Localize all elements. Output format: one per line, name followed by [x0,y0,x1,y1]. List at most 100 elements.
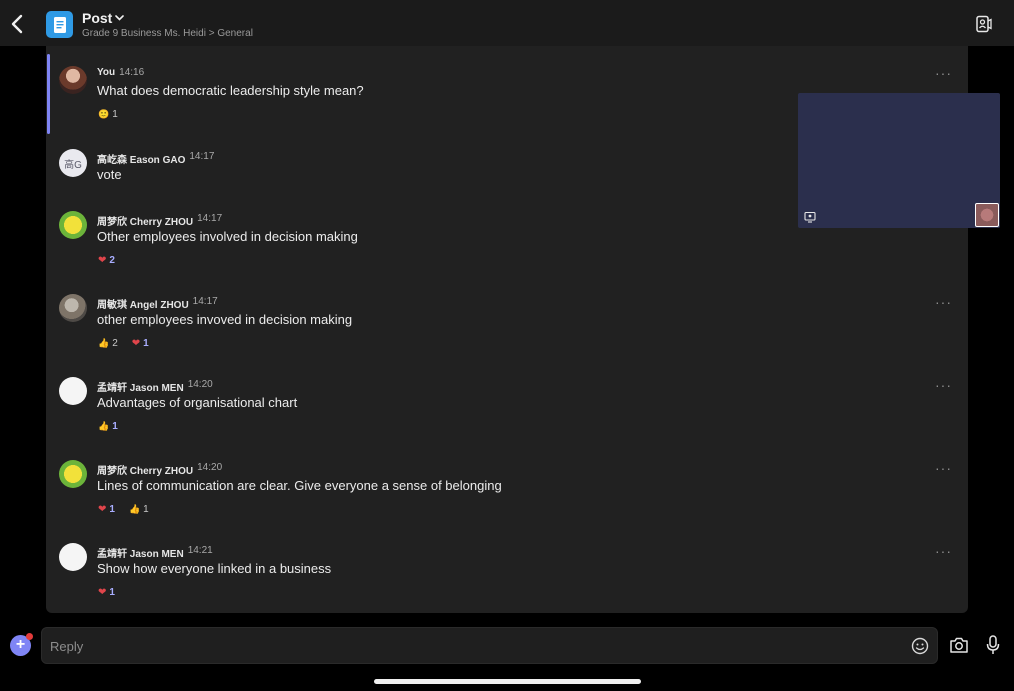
message-text: Advantages of organisational chart [97,395,298,410]
avatar[interactable] [59,543,87,571]
reaction-count: 1 [112,421,118,432]
channel-breadcrumb: Grade 9 Business Ms. Heidi > General [82,28,253,39]
message-text: other employees invoved in decision maki… [97,312,353,327]
reaction-count: 1 [143,504,149,515]
reaction-like[interactable]: 👍 2 [98,338,118,349]
message-time: 14:21 [187,545,213,556]
heart-icon: ❤ [98,255,107,266]
reaction-count: 1 [112,109,118,120]
reaction-count: 2 [109,255,115,266]
author-name: 周梦欣 Cherry ZHOU [97,217,194,228]
reaction-count: 1 [109,587,115,598]
message-meta: 周梦欣 Cherry ZHOU 14:20 [97,462,222,477]
message-meta: 孟靖轩 Jason MEN 14:21 [97,545,213,560]
reply-input[interactable] [50,636,890,656]
notification-dot [26,633,33,640]
reaction-count: 1 [109,504,115,515]
message-time: 14:16 [119,67,145,78]
reaction-like[interactable]: 👍 1 [129,504,149,515]
top-bar: Post Grade 9 Business Ms. Heidi > Genera… [0,0,1014,46]
message-item: 周梦欣 Cherry ZHOU 14:20 Lines of communica… [46,450,968,533]
message-time: 14:20 [187,379,213,390]
reaction-smile[interactable]: 🙂 1 [98,109,118,120]
reaction-heart[interactable]: ❤ 1 [98,587,115,598]
post-app-icon [46,11,73,38]
message-time: 14:20 [197,462,223,473]
reactions: 🙂 1 [98,109,118,120]
ellipsis-icon: ··· [935,377,952,393]
ellipsis-icon: ··· [935,543,952,559]
message-text: What does democratic leadership style me… [97,83,364,98]
reactions: ❤ 1 👍 1 [98,504,149,515]
avatar[interactable]: 高G [59,149,87,177]
message-meta: 高屹森 Eason GAO 14:17 [97,151,214,166]
message-item: 周敏琪 Angel ZHOU 14:17 other employees inv… [46,284,968,367]
reaction-heart[interactable]: ❤ 2 [98,255,115,266]
message-time: 14:17 [189,151,215,162]
reaction-count: 1 [143,338,149,349]
message-meta: You 14:16 [97,67,144,78]
heart-icon: ❤ [131,338,141,349]
avatar[interactable] [59,377,87,405]
heart-icon: ❤ [98,587,107,598]
heart-icon: ❤ [98,504,107,515]
ellipsis-icon: ··· [935,460,952,476]
more-options-button[interactable]: ··· [935,543,952,559]
chevron-left-icon [11,14,23,34]
more-options-button[interactable]: ··· [935,294,952,310]
reaction-like[interactable]: 👍 1 [98,421,118,432]
thumbs-up-icon: 👍 [98,338,110,348]
author-name: 孟靖轩 Jason MEN [97,549,184,560]
author-name: You [97,67,116,78]
thumbs-up-icon: 👍 [128,504,141,514]
reaction-heart[interactable]: ❤ 1 [132,338,149,349]
reaction-heart[interactable]: ❤ 1 [98,504,115,515]
reactions: 👍 2 ❤ 1 [98,338,149,349]
back-button[interactable] [8,11,26,37]
emoji-icon[interactable] [911,637,929,655]
author-name: 孟靖轩 Jason MEN [97,383,184,394]
author-name: 周梦欣 Cherry ZHOU [97,466,194,477]
screen-share-icon [804,211,816,223]
smile-emoji-icon: 🙂 [98,109,110,119]
microphone-icon[interactable] [985,635,1001,655]
thumbs-up-icon: 👍 [98,421,110,431]
message-text: Show how everyone linked in a business [97,561,332,576]
reactions: ❤ 1 [98,587,115,598]
reply-box [41,627,938,664]
message-text: Lines of communication are clear. Give e… [97,478,502,493]
avatar-initials: 高G [64,159,82,171]
more-options-button[interactable]: ··· [935,460,952,476]
home-indicator[interactable] [374,679,641,684]
message-time: 14:17 [197,213,223,224]
self-view-thumbnail[interactable] [975,203,999,227]
avatar[interactable] [59,66,87,94]
camera-icon[interactable] [949,636,969,654]
avatar[interactable] [59,211,87,239]
message-meta: 孟靖轩 Jason MEN 14:20 [97,379,213,394]
page-title-dropdown[interactable]: Post [82,10,253,26]
author-name: 高屹森 Eason GAO [97,155,186,166]
document-icon [53,16,66,33]
chevron-down-icon [115,15,125,21]
message-item: 孟靖轩 Jason MEN 14:21 Show how everyone li… [46,533,968,613]
plus-icon: + [15,636,26,653]
more-options-button[interactable]: ··· [935,65,952,81]
meeting-video-thumbnail[interactable] [798,93,1000,228]
message-meta: 周敏琪 Angel ZHOU 14:17 [97,296,218,311]
message-meta: 周梦欣 Cherry ZHOU 14:17 [97,213,222,228]
message-text: Other employees involved in decision mak… [97,229,358,244]
meeting-button[interactable] [976,15,992,33]
avatar[interactable] [59,460,87,488]
video-call-icon [976,15,992,33]
reactions: 👍 1 [98,421,118,432]
reactions: ❤ 2 [98,255,115,266]
page-title: Post [82,10,113,26]
author-name: 周敏琪 Angel ZHOU [97,300,189,311]
avatar[interactable] [59,294,87,322]
message-item: 孟靖轩 Jason MEN 14:20 Advantages of organi… [46,367,968,450]
header-titles: Post Grade 9 Business Ms. Heidi > Genera… [82,10,253,39]
more-options-button[interactable]: ··· [935,377,952,393]
reaction-count: 2 [112,338,118,349]
ellipsis-icon: ··· [935,65,952,81]
